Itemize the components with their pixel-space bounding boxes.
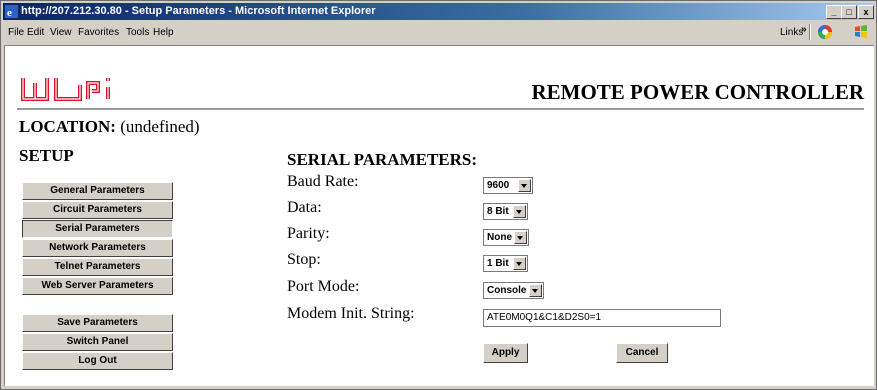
web-server-parameters-button[interactable]: Web Server Parameters <box>22 277 173 295</box>
data-value: 8 Bit <box>487 206 509 217</box>
windows-logo-icon <box>855 25 867 38</box>
modem-init-input[interactable]: ATE0M0Q1&C1&D2S0=1 <box>483 309 721 327</box>
baud-rate-value: 9600 <box>487 180 510 191</box>
window-title: http://207.212.30.80 - Setup Parameters … <box>21 5 376 17</box>
chevron-down-icon <box>518 179 531 192</box>
minimize-button[interactable]: _ <box>826 5 842 19</box>
parity-value: None <box>487 232 512 243</box>
header-divider <box>17 108 864 110</box>
modem-init-label: Modem Init. String: <box>287 305 415 322</box>
telnet-parameters-button[interactable]: Telnet Parameters <box>22 258 173 276</box>
stop-label: Stop: <box>287 251 321 268</box>
serial-parameters-heading: SERIAL PARAMETERS: <box>287 150 478 169</box>
modem-init-value: ATE0M0Q1&C1&D2S0=1 <box>487 312 602 323</box>
network-parameters-button[interactable]: Network Parameters <box>22 239 173 257</box>
stop-select[interactable]: 1 Bit <box>483 255 528 272</box>
port-mode-select[interactable]: Console <box>483 282 544 299</box>
location-line: LOCATION: (undefined) <box>19 117 200 137</box>
location-label: LOCATION: <box>19 117 116 136</box>
circuit-parameters-button[interactable]: Circuit Parameters <box>22 201 173 219</box>
title-bar: e http://207.212.30.80 - Setup Parameter… <box>3 3 874 20</box>
chevron-down-icon <box>513 205 526 218</box>
browser-window: e http://207.212.30.80 - Setup Parameter… <box>0 0 877 390</box>
toolbar-separator <box>809 24 811 40</box>
menu-file[interactable]: File <box>8 27 24 38</box>
chevron-down-icon <box>529 284 542 297</box>
page-content: REMOTE POWER CONTROLLER LOCATION: (undef… <box>4 45 874 386</box>
baud-rate-label: Baud Rate: <box>287 173 359 190</box>
internet-explorer-icon: e <box>5 5 18 18</box>
maximize-button[interactable]: □ <box>841 5 857 19</box>
links-chevron-icon[interactable]: » <box>801 24 807 35</box>
stop-value: 1 Bit <box>487 258 509 269</box>
parity-select[interactable]: None <box>483 229 529 246</box>
menu-favorites[interactable]: Favorites <box>78 27 119 38</box>
serial-parameters-button[interactable]: Serial Parameters <box>22 220 173 238</box>
location-value: (undefined) <box>120 117 200 136</box>
links-label[interactable]: Links <box>780 27 803 38</box>
data-label: Data: <box>287 199 322 216</box>
apply-button[interactable]: Apply <box>483 343 528 363</box>
port-mode-label: Port Mode: <box>287 278 360 295</box>
chevron-down-icon <box>514 231 527 244</box>
data-select[interactable]: 8 Bit <box>483 203 528 220</box>
chevron-down-icon <box>513 257 526 270</box>
google-toolbar-icon[interactable] <box>817 24 833 40</box>
cancel-button[interactable]: Cancel <box>616 343 668 363</box>
menu-edit[interactable]: Edit <box>27 27 44 38</box>
svg-text:e: e <box>7 7 12 18</box>
baud-rate-select[interactable]: 9600 <box>483 177 533 194</box>
save-parameters-button[interactable]: Save Parameters <box>22 314 173 332</box>
parity-label: Parity: <box>287 225 330 242</box>
setup-heading: SETUP <box>19 146 74 165</box>
menu-bar: File Edit View Favorites Tools Help Link… <box>3 21 874 43</box>
switch-panel-button[interactable]: Switch Panel <box>22 333 173 351</box>
log-out-button[interactable]: Log Out <box>22 352 173 370</box>
port-mode-value: Console <box>487 285 527 296</box>
wti-logo <box>21 78 110 101</box>
menu-help[interactable]: Help <box>153 27 174 38</box>
menu-view[interactable]: View <box>50 27 72 38</box>
general-parameters-button[interactable]: General Parameters <box>22 182 173 200</box>
close-button[interactable]: x <box>858 5 874 19</box>
menu-tools[interactable]: Tools <box>126 27 149 38</box>
product-title: REMOTE POWER CONTROLLER <box>531 80 864 104</box>
